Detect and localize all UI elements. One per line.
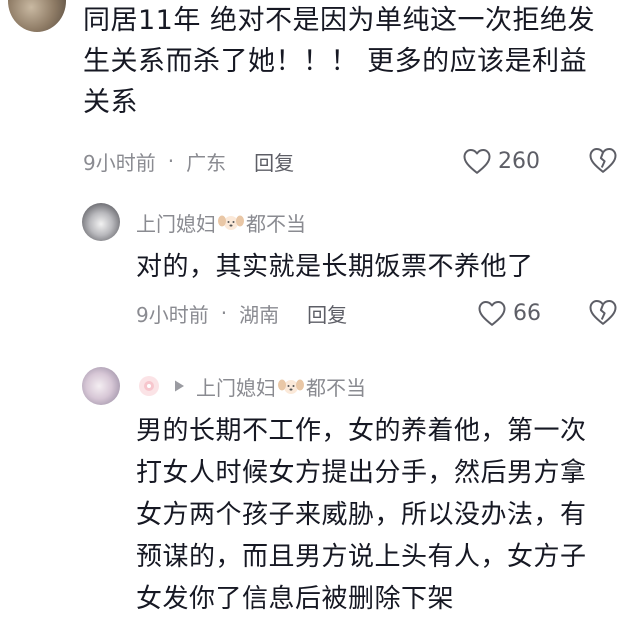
reply-body: 对的，其实就是长期饭票不养他了	[136, 252, 534, 282]
commenter-avatar[interactable]	[8, 0, 66, 32]
broken-heart-icon	[589, 300, 617, 325]
comment-meta: 9小时前 · 广东 回复	[83, 146, 294, 176]
reply-avatar[interactable]	[82, 367, 120, 405]
reply-line: 打女人时候女方提出分手，然后男方拿	[136, 458, 587, 488]
comment-line: 生关系而杀了她！！！ 更多的应该是利益	[83, 46, 588, 77]
like-count: 260	[498, 148, 540, 174]
reply-line: 女发你了信息后被删除下架	[136, 584, 455, 614]
comment-location: 广东	[186, 150, 227, 175]
comment-body: 同居11年 绝对不是因为单纯这一次拒绝发 生关系而杀了她！！！ 更多的应该是利益…	[83, 0, 633, 123]
like-button[interactable]: 66	[477, 297, 541, 329]
reply-meta: 9小时前 · 湖南 回复	[136, 298, 347, 328]
author-name-prefix: 上门媳妇	[196, 375, 276, 400]
dislike-button[interactable]	[588, 298, 618, 330]
reply-author[interactable]: 上门媳妇 都不当	[136, 207, 306, 237]
separator-dot: ·	[167, 149, 175, 173]
reply-author[interactable]: 上门媳妇 都不当	[136, 371, 366, 401]
reply-avatar[interactable]	[82, 203, 120, 241]
comment-time: 9小时前	[83, 150, 156, 175]
like-count: 66	[513, 300, 541, 326]
author-name-suffix: 都不当	[306, 375, 366, 400]
heart-outline-icon	[463, 149, 491, 174]
dog-face-emoji	[278, 379, 304, 394]
dog-face-emoji	[218, 215, 244, 230]
author-name-suffix: 都不当	[246, 211, 306, 236]
reply-button[interactable]: 回复	[307, 299, 347, 328]
reply-button[interactable]: 回复	[254, 147, 294, 176]
dog-face-emoji	[139, 376, 159, 396]
comment-line: 同居11年 绝对不是因为单纯这一次拒绝发	[83, 5, 595, 36]
reply-body: 男的长期不工作，女的养着他，第一次 打女人时候女方提出分手，然后男方拿 女方两个…	[136, 410, 636, 620]
author-name-prefix: 上门媳妇	[136, 211, 216, 236]
comment-line: 关系	[83, 87, 138, 118]
play-arrow-icon	[175, 380, 184, 392]
like-button[interactable]: 260	[462, 145, 540, 177]
reply-location: 湖南	[239, 302, 280, 327]
dislike-button[interactable]	[588, 146, 618, 178]
reply-line: 预谋的，而且男方说上头有人，女方子	[136, 542, 587, 572]
reply-time: 9小时前	[136, 302, 209, 327]
reply-line: 女方两个孩子来威胁，所以没办法，有	[136, 500, 587, 530]
reply-line: 男的长期不工作，女的养着他，第一次	[136, 416, 587, 446]
separator-dot: ·	[220, 301, 228, 325]
broken-heart-icon	[589, 148, 617, 173]
heart-outline-icon	[478, 301, 506, 326]
